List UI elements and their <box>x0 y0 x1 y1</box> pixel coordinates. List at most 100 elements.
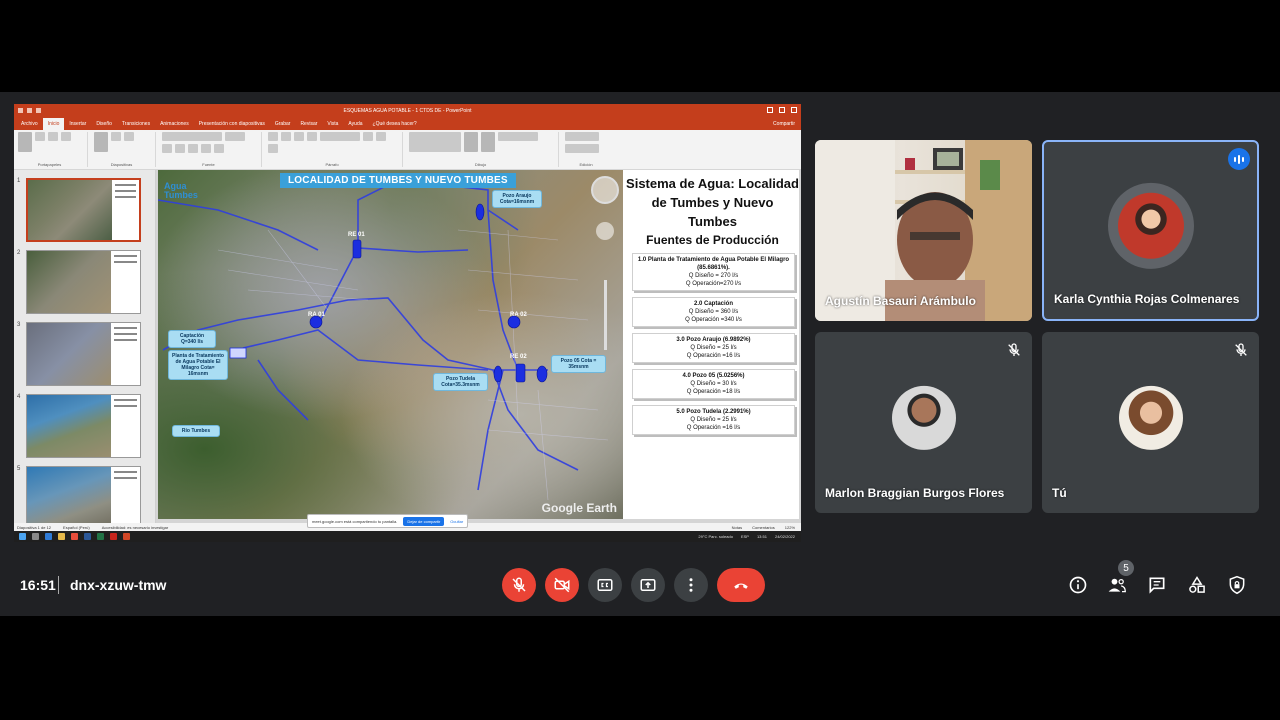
share-button[interactable]: Compartir <box>773 121 801 127</box>
participant-name: Marlon Braggian Burgos Flores <box>825 486 1005 500</box>
tab-grabar[interactable]: Grabar <box>270 118 296 130</box>
search-icon[interactable] <box>32 533 39 540</box>
windows-taskbar: 29°C Parc. soleado ESP 13:51 24/02/2022 <box>14 531 801 542</box>
source-box: 2.0 Captación Q Diseño = 360 l/s Q Opera… <box>632 297 795 327</box>
quick-access-toolbar[interactable] <box>18 108 41 113</box>
camera-toggle-button[interactable] <box>545 568 579 602</box>
shield-lock-icon <box>1229 575 1245 595</box>
source-box: 3.0 Pozo Araujo (6.9892%) Q Diseño = 25 … <box>632 333 795 363</box>
chrome-icon[interactable] <box>71 533 78 540</box>
window-controls[interactable] <box>767 107 797 113</box>
tab-archivo[interactable]: Archivo <box>16 118 43 130</box>
slide-title: Sistema de Agua: Localidad de Tumbes y N… <box>626 176 799 229</box>
paste-icon[interactable] <box>18 132 32 152</box>
tab-insertar[interactable]: Insertar <box>64 118 91 130</box>
map-label-re01: RE 01 <box>348 232 365 238</box>
hide-notice-button[interactable]: Ocultar <box>450 519 463 524</box>
screen-share-notice: meet.google.com está compartiendo tu pan… <box>307 514 469 528</box>
pdf-icon[interactable] <box>110 533 117 540</box>
tab-transiciones[interactable]: Transiciones <box>117 118 155 130</box>
chat-icon <box>1149 577 1165 594</box>
slide-thumbnail[interactable] <box>26 250 141 314</box>
slide-thumbnail[interactable] <box>26 178 141 242</box>
meeting-code: dnx-xzuw-tmw <box>70 577 167 593</box>
present-screen-button[interactable] <box>631 568 665 602</box>
leave-call-button[interactable] <box>717 568 765 602</box>
shared-screen: ESQUEMAS AGUA POTABLE - 1 CTDS DE - Powe… <box>14 104 801 542</box>
new-slide-icon[interactable] <box>94 132 108 152</box>
host-controls-button[interactable] <box>1224 572 1250 598</box>
mic-off-icon <box>1008 343 1020 356</box>
meeting-clock: 16:51 <box>20 577 56 593</box>
tab-ayuda[interactable]: Ayuda <box>343 118 367 130</box>
map-label-re02: RE 02 <box>510 354 527 360</box>
tell-me-search[interactable]: ¿Qué desea hacer? <box>368 118 422 130</box>
earth-pan-control[interactable] <box>596 222 614 240</box>
tab-vista[interactable]: Vista <box>322 118 343 130</box>
ribbon-group-font: Fuente <box>162 132 262 167</box>
tab-animaciones[interactable]: Animaciones <box>155 118 194 130</box>
tab-revisar[interactable]: Revisar <box>295 118 322 130</box>
participant-tile[interactable]: Marlon Braggian Burgos Flores <box>815 332 1032 513</box>
map-label-ra02: RA 02 <box>510 312 527 318</box>
divider <box>58 576 59 594</box>
earth-zoom-slider[interactable] <box>604 280 607 350</box>
avatar <box>1118 385 1183 450</box>
word-icon[interactable] <box>84 533 91 540</box>
windows-start-icon[interactable] <box>19 533 26 540</box>
source-box: 5.0 Pozo Tudela (2.2991%) Q Diseño = 25 … <box>632 405 795 435</box>
earth-compass-control[interactable] <box>591 176 619 204</box>
callout-planta: Planta de Tratamiento de Agua Potable El… <box>168 350 228 380</box>
agua-tumbes-logo: Agua Tumbes <box>164 181 198 200</box>
slide-thumbnail[interactable] <box>26 322 141 386</box>
source-box: 1.0 Planta de Tratamiento de Agua Potabl… <box>632 253 795 291</box>
meeting-details-button[interactable] <box>1065 572 1091 598</box>
activities-button[interactable] <box>1184 572 1210 598</box>
tab-inicio[interactable]: Inicio <box>42 118 65 130</box>
ribbon-group-drawing: Dibujo <box>409 132 559 167</box>
tab-diseno[interactable]: Diseño <box>91 118 117 130</box>
mic-toggle-button[interactable] <box>502 568 536 602</box>
participant-tile[interactable]: Agustín Basauri Arámbulo <box>815 140 1032 321</box>
google-earth-watermark: Google Earth <box>541 501 617 515</box>
callout-rio-tumbes: Río Tumbes <box>172 425 220 437</box>
closed-captions-icon <box>597 579 613 591</box>
slide-subtitle: Fuentes de Producción <box>646 233 779 247</box>
captions-button[interactable] <box>588 568 622 602</box>
zoom-level[interactable]: 122% <box>785 525 795 530</box>
excel-icon[interactable] <box>97 533 104 540</box>
window-title: ESQUEMAS AGUA POTABLE - 1 CTDS DE - Powe… <box>343 108 472 114</box>
map-label-ra01: RA 01 <box>308 312 325 318</box>
slide-thumbnail[interactable] <box>26 466 141 523</box>
participant-tile[interactable]: Karla Cynthia Rojas Colmenares <box>1042 140 1259 321</box>
participant-tile[interactable]: Tú <box>1042 332 1259 513</box>
camera-off-icon <box>554 577 570 593</box>
satellite-map: Agua Tumbes LOCALIDAD DE TUMBES Y NUEVO T… <box>158 170 623 519</box>
powerpoint-icon[interactable] <box>123 533 130 540</box>
speaking-indicator-icon <box>1228 148 1250 170</box>
people-icon <box>1108 578 1126 593</box>
callout-pozo-araujo: Pozo Araujo Cota=16msnm <box>492 190 542 208</box>
current-slide[interactable]: Agua Tumbes LOCALIDAD DE TUMBES Y NUEVO T… <box>158 170 799 519</box>
comments-button[interactable]: Comentarios <box>752 525 775 530</box>
file-explorer-icon[interactable] <box>58 533 65 540</box>
participant-name: Agustín Basauri Arámbulo <box>825 294 976 308</box>
ribbon-tabs: Archivo Inicio Insertar Diseño Transicio… <box>14 118 801 130</box>
callout-captacion: Captación Q=340 l/s <box>168 330 216 348</box>
slide-editor[interactable]: Agua Tumbes LOCALIDAD DE TUMBES Y NUEVO T… <box>156 170 801 523</box>
avatar <box>1117 192 1184 259</box>
more-options-button[interactable] <box>674 568 708 602</box>
participant-name: Tú <box>1052 486 1067 500</box>
ribbon-group-editing: Edición <box>565 132 613 167</box>
stop-sharing-button[interactable]: Dejar de compartir <box>403 516 445 526</box>
notes-button[interactable]: Notas <box>732 525 742 530</box>
activities-icon <box>1189 576 1205 593</box>
edge-icon[interactable] <box>45 533 52 540</box>
present-screen-icon <box>640 579 656 591</box>
mic-off-icon <box>1235 343 1247 356</box>
hang-up-icon <box>734 583 748 589</box>
chat-button[interactable] <box>1144 572 1170 598</box>
slide-thumbnail[interactable] <box>26 394 141 458</box>
tab-presentacion[interactable]: Presentación con diapositivas <box>194 118 270 130</box>
meet-control-bar: 16:51 dnx-xzuw-tmw <box>0 566 1280 604</box>
